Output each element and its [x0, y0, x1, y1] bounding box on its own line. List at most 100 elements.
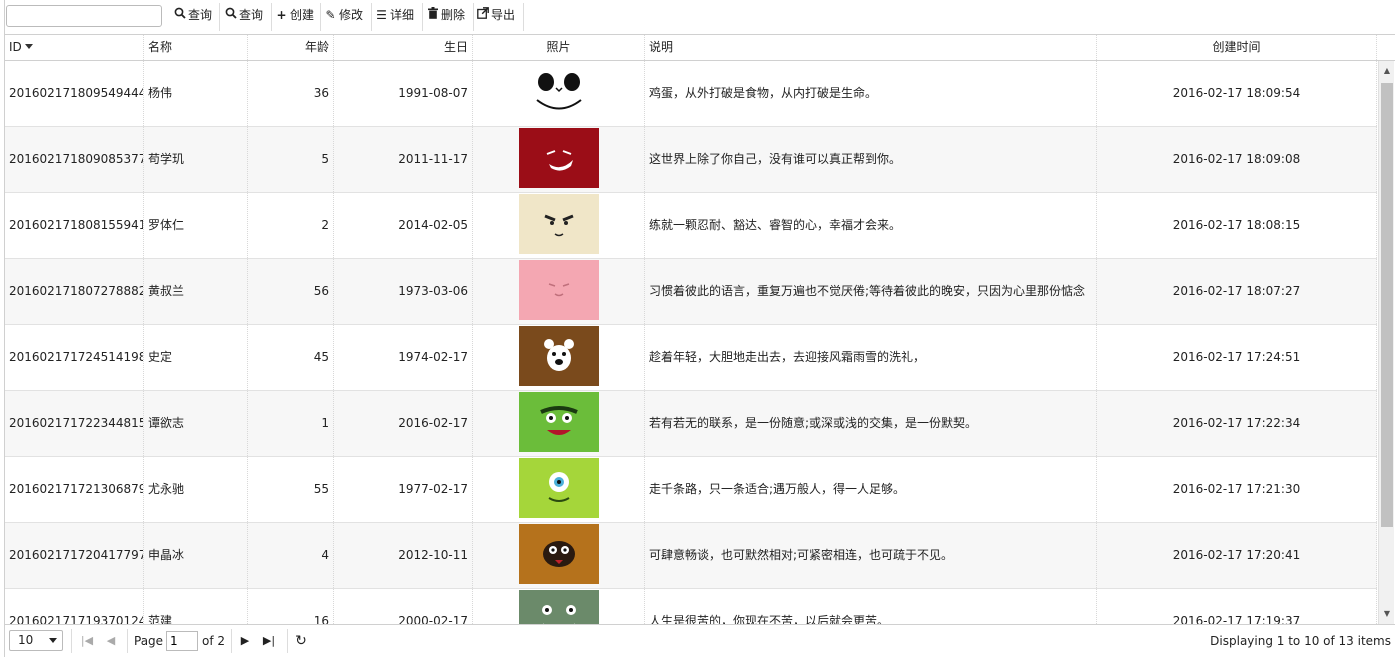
column-header-photo[interactable]: 照片 [473, 35, 645, 60]
export-button[interactable]: 导出 [476, 4, 515, 26]
cell-birthday: 1974-02-17 [334, 325, 473, 390]
page-number-input[interactable] [166, 631, 198, 651]
toolbar: 查询 查询 + 创建 ✎ 修改 ☰ 详细 删除 导出 [5, 0, 1395, 35]
column-header-created[interactable]: 创建时间 [1097, 35, 1377, 60]
cell-name: 罗体仁 [144, 193, 248, 258]
photo-thumbnail[interactable] [519, 458, 599, 518]
cell-age: 16 [248, 589, 334, 624]
detail-button-label: 详细 [390, 8, 415, 22]
first-page-button[interactable]: |◀ [78, 631, 96, 651]
cell-name: 申晶冰 [144, 523, 248, 588]
last-page-button[interactable]: ▶| [260, 631, 278, 651]
table-row[interactable]: 2016021717193701241 范建 16 2000-02-17 人生是很苦的，… [5, 589, 1377, 624]
cell-birthday: 2011-11-17 [334, 127, 473, 192]
query-button[interactable]: 查询 [173, 4, 212, 26]
cell-description: 趁着年轻，大胆地走出去，去迎接风霜雨雪的洗礼， [645, 325, 1097, 390]
table-row[interactable]: 2016021718095494443 杨伟 36 1991-08-07 鸡蛋，从外打破… [5, 61, 1377, 127]
cell-birthday: 2014-02-05 [334, 193, 473, 258]
cell-photo [473, 391, 645, 456]
cell-created: 2016-02-17 17:19:37 [1097, 589, 1377, 624]
create-button[interactable]: + 创建 [275, 4, 314, 26]
first-page-icon: |◀ [80, 634, 94, 647]
table-row[interactable]: 2016021718090853773 苟学玑 5 2011-11-17 这世界上除了你… [5, 127, 1377, 193]
scroll-down-arrow[interactable]: ▼ [1379, 606, 1395, 622]
table-row[interactable]: 2016021717213068796 尤永驰 55 1977-02-17 走千条路，只… [5, 457, 1377, 523]
photo-thumbnail[interactable] [519, 128, 599, 188]
table-row[interactable]: 2016021718072788823 黄叔兰 56 1973-03-06 习惯着彼此的… [5, 259, 1377, 325]
prev-page-button[interactable]: ◀ [102, 631, 120, 651]
column-header-age-label: 年龄 [304, 40, 329, 54]
column-header-birthday[interactable]: 生日 [334, 35, 473, 60]
toolbar-separator [271, 3, 272, 31]
cell-age: 36 [248, 61, 334, 126]
trash-icon [426, 4, 439, 26]
cell-id: 2016021718081559416 [5, 193, 144, 258]
photo-thumbnail[interactable] [519, 62, 599, 122]
table-row[interactable]: 2016021717245141982 史定 45 1974-02-17 趁着年轻，大胆… [5, 325, 1377, 391]
photo-thumbnail[interactable] [519, 260, 599, 320]
refresh-icon: ↻ [295, 633, 307, 649]
cell-id: 2016021717245141982 [5, 325, 144, 390]
next-page-button[interactable]: ▶ [236, 631, 254, 651]
photo-thumbnail[interactable] [519, 392, 599, 452]
cell-description: 可肆意畅谈，也可默然相对;可紧密相连，也可疏于不见。 [645, 523, 1097, 588]
cell-description: 练就一颗忍耐、豁达、睿智的心，幸福才会来。 [645, 193, 1097, 258]
toolbar-separator [320, 3, 321, 31]
toolbar-separator [219, 3, 220, 31]
delete-button-label: 删除 [441, 8, 466, 22]
cell-id: 2016021718072788823 [5, 259, 144, 324]
cell-birthday: 2012-10-11 [334, 523, 473, 588]
cell-name: 黄叔兰 [144, 259, 248, 324]
cell-name: 范建 [144, 589, 248, 624]
page-count-label: of 2 [202, 634, 226, 648]
pagination-bar: 10 |◀ ◀ Page of 2 ▶ ▶| ↻ Displaying 1 to… [5, 624, 1395, 657]
plus-icon: + [276, 8, 287, 22]
search-icon [173, 4, 186, 26]
pager-separator [127, 629, 128, 653]
photo-thumbnail[interactable] [519, 326, 599, 386]
grid-header: ID 名称 年龄 生日 照片 说明 创建时间 [5, 35, 1395, 61]
photo-thumbnail[interactable] [519, 524, 599, 584]
column-header-description-label: 说明 [649, 40, 674, 54]
column-header-id[interactable]: ID [5, 35, 144, 60]
cell-name: 谭欲志 [144, 391, 248, 456]
table-row[interactable]: 2016021717223448157 谭欲志 1 2016-02-17 若有若无的联系… [5, 391, 1377, 457]
cell-photo [473, 589, 645, 624]
column-header-description[interactable]: 说明 [645, 35, 1097, 60]
photo-thumbnail[interactable] [519, 194, 599, 254]
last-page-icon: ▶| [262, 634, 276, 647]
cell-name: 杨伟 [144, 61, 248, 126]
cell-name: 尤永驰 [144, 457, 248, 522]
table-row[interactable]: 2016021717204177978 申晶冰 4 2012-10-11 可肆意畅谈，也… [5, 523, 1377, 589]
cell-photo [473, 457, 645, 522]
cell-photo [473, 325, 645, 390]
cell-created: 2016-02-17 18:07:27 [1097, 259, 1377, 324]
photo-thumbnail[interactable] [519, 590, 599, 624]
cell-id: 2016021717204177978 [5, 523, 144, 588]
page-size-value: 10 [18, 633, 34, 647]
edit-button[interactable]: ✎ 修改 [324, 4, 363, 26]
scroll-up-arrow[interactable]: ▲ [1379, 63, 1395, 79]
column-header-name[interactable]: 名称 [144, 35, 248, 60]
cell-id: 2016021718095494443 [5, 61, 144, 126]
refresh-button[interactable]: ↻ [292, 631, 310, 651]
sort-desc-icon [24, 44, 33, 49]
edit-button-label: 修改 [339, 8, 364, 22]
query-button-2-label: 查询 [239, 8, 264, 22]
cell-name: 苟学玑 [144, 127, 248, 192]
cell-age: 4 [248, 523, 334, 588]
column-header-id-label: ID [9, 40, 22, 54]
vertical-scrollbar[interactable]: ▲ ▼ [1378, 61, 1394, 624]
table-row[interactable]: 2016021718081559416 罗体仁 2 2014-02-05 练就一颗忍耐、… [5, 193, 1377, 259]
chevron-down-icon [49, 638, 57, 643]
query-button-2[interactable]: 查询 [224, 4, 263, 26]
column-header-age[interactable]: 年龄 [248, 35, 334, 60]
toolbar-separator [523, 3, 524, 31]
delete-button[interactable]: 删除 [426, 4, 465, 26]
scroll-thumb[interactable] [1381, 83, 1393, 527]
detail-button[interactable]: ☰ 详细 [375, 4, 414, 26]
page-size-select[interactable]: 10 [9, 630, 63, 651]
search-input[interactable] [6, 5, 162, 27]
prev-page-icon: ◀ [106, 634, 116, 647]
cell-id: 2016021718090853773 [5, 127, 144, 192]
